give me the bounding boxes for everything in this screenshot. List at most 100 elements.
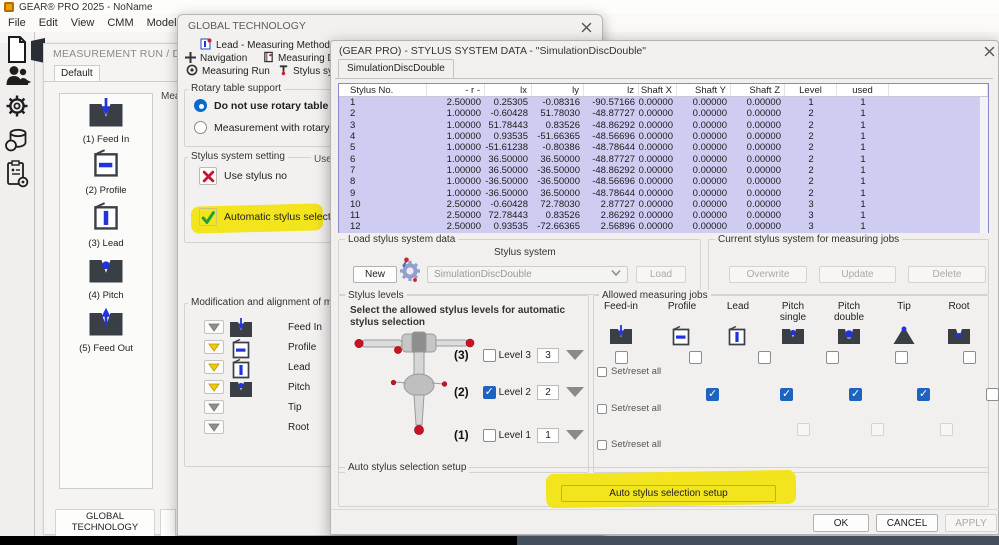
level-checkbox[interactable] <box>483 349 496 362</box>
close-icon[interactable] <box>981 43 997 59</box>
stylus-system-dropdown[interactable]: SimulationDiscDouble <box>427 266 628 283</box>
job-checkbox[interactable] <box>615 351 628 364</box>
job-column-label: Tip <box>876 301 932 312</box>
table-row[interactable]: 41.000000.93535-51.66365-48.566960.00000… <box>339 131 988 142</box>
menu-item-edit[interactable]: Edit <box>39 17 58 29</box>
set-reset-all[interactable]: Set/reset all <box>597 366 661 377</box>
table-row[interactable]: 91.00000-36.5000036.50000-48.786440.0000… <box>339 187 988 198</box>
table-cell: -0.60428 <box>485 199 532 210</box>
menu-item-cmm[interactable]: CMM <box>107 17 133 29</box>
new-file-icon[interactable] <box>6 36 28 69</box>
database-icon[interactable] <box>4 128 30 157</box>
level-dropdown-arrow[interactable] <box>566 350 584 360</box>
table-row[interactable]: 21.00000-0.6042851.78030-48.877270.00000… <box>339 108 988 119</box>
set-reset-checkbox[interactable] <box>597 440 607 450</box>
table-cell: 0.00000 <box>639 176 677 187</box>
level-value-input[interactable]: 2 <box>537 385 559 400</box>
gt-tab-measuring-run[interactable]: Measuring Run <box>186 65 270 78</box>
menu-item-model[interactable]: Model <box>147 17 177 29</box>
level-dropdown-arrow[interactable] <box>566 430 584 440</box>
job-checkbox[interactable] <box>780 388 793 401</box>
expand-arrow-button[interactable] <box>204 360 224 374</box>
measuring-step[interactable]: (2) Profile <box>60 148 152 196</box>
menu-item-file[interactable]: File <box>8 17 26 29</box>
expand-arrow-button[interactable] <box>204 340 224 354</box>
job-checkbox[interactable] <box>940 423 953 436</box>
red-x-icon[interactable] <box>199 167 217 185</box>
load-button[interactable]: Load <box>636 266 686 283</box>
job-checkbox[interactable] <box>758 351 771 364</box>
level-value-input[interactable]: 1 <box>537 428 559 443</box>
table-cell: -0.60428 <box>485 108 532 119</box>
table-row[interactable]: 112.5000072.784430.835262.862920.000000.… <box>339 210 988 221</box>
lead-icon <box>89 219 123 236</box>
table-cell-filler <box>889 210 988 221</box>
automatic-stylus-selection-row[interactable]: Automatic stylus selection <box>199 208 345 226</box>
tab-default[interactable]: Default <box>54 65 100 81</box>
job-checkbox[interactable] <box>706 388 719 401</box>
job-checkbox[interactable] <box>689 351 702 364</box>
column-header: used <box>837 84 889 96</box>
apply-button[interactable]: APPLY <box>945 514 997 532</box>
job-checkbox[interactable] <box>849 388 862 401</box>
table-cell: 7 <box>339 165 427 176</box>
measuring-step[interactable]: (3) Lead <box>60 201 152 249</box>
delete-button[interactable]: Delete <box>908 266 986 283</box>
job-checkbox[interactable] <box>871 423 884 436</box>
radio-button[interactable] <box>194 99 207 112</box>
green-check-icon[interactable] <box>199 208 217 226</box>
profile-icon <box>669 325 693 352</box>
set-reset-checkbox[interactable] <box>597 404 607 414</box>
report-settings-icon[interactable] <box>5 160 29 193</box>
measuring-step[interactable]: (4) Pitch <box>60 254 152 301</box>
table-cell: 2 <box>785 131 837 142</box>
ok-button[interactable]: OK <box>813 514 869 532</box>
table-cell: 2 <box>785 120 837 131</box>
measuring-step[interactable]: (5) Feed Out <box>60 307 152 354</box>
table-row[interactable]: 102.50000-0.6042872.780302.877270.000000… <box>339 199 988 210</box>
table-row[interactable]: 51.00000-51.61238-0.80386-48.786440.0000… <box>339 142 988 153</box>
table-row[interactable]: 12.500000.25305-0.08316-90.571660.000000… <box>339 97 988 108</box>
job-checkbox[interactable] <box>826 351 839 364</box>
expand-arrow-button[interactable] <box>204 380 224 394</box>
stylus-data-table: Stylus No.- r -lxlylzShaft XShaft YShaft… <box>338 83 989 233</box>
cancel-button[interactable]: CANCEL <box>876 514 938 532</box>
level-checkbox[interactable] <box>483 429 496 442</box>
update-button[interactable]: Update <box>819 266 896 283</box>
job-checkbox[interactable] <box>797 423 810 436</box>
tab-simulationdiscdouble[interactable]: SimulationDiscDouble <box>338 59 454 78</box>
auto-stylus-selection-setup-button[interactable]: Auto stylus selection setup <box>561 485 776 502</box>
level-dropdown-arrow[interactable] <box>566 387 584 397</box>
radio-button[interactable] <box>194 121 207 134</box>
set-reset-checkbox[interactable] <box>597 367 607 377</box>
job-checkbox[interactable] <box>917 388 930 401</box>
table-row[interactable]: 71.0000036.50000-36.50000-48.862920.0000… <box>339 165 988 176</box>
expand-arrow-button[interactable] <box>204 420 224 434</box>
table-row[interactable]: 81.00000-36.50000-36.50000-48.566960.000… <box>339 176 988 187</box>
level-checkbox[interactable] <box>483 386 496 399</box>
job-checkbox[interactable] <box>895 351 908 364</box>
gear-icon[interactable] <box>5 94 29 123</box>
rotary-option[interactable]: Do not use rotary table <box>194 99 328 112</box>
set-reset-all[interactable]: Set/reset all <box>597 403 661 414</box>
table-row[interactable]: 31.0000051.784430.83526-48.862920.000000… <box>339 120 988 131</box>
expand-arrow-button[interactable] <box>204 400 224 414</box>
table-row[interactable]: 61.0000036.5000036.50000-48.877270.00000… <box>339 153 988 164</box>
table-row[interactable]: 122.500000.93535-72.663652.568960.000000… <box>339 221 988 232</box>
global-technology-button[interactable]: GLOBAL TECHNOLO­GY <box>55 509 155 537</box>
close-icon[interactable] <box>578 19 594 35</box>
job-checkbox[interactable] <box>963 351 976 364</box>
table-scrollbar[interactable] <box>979 97 988 233</box>
partial-button[interactable] <box>160 509 176 537</box>
new-button[interactable]: New <box>353 266 397 283</box>
expand-arrow-button[interactable] <box>204 320 224 334</box>
overwrite-button[interactable]: Overwrite <box>729 266 807 283</box>
table-cell: 0.00000 <box>677 210 731 221</box>
level-value-input[interactable]: 3 <box>537 348 559 363</box>
set-reset-all[interactable]: Set/reset all <box>597 439 661 450</box>
measuring-step[interactable]: (1) Feed In <box>60 98 152 145</box>
menu-item-view[interactable]: View <box>71 17 95 29</box>
table-cell: 3 <box>339 120 427 131</box>
use-stylus-no-row[interactable]: Use stylus no <box>199 167 287 185</box>
job-checkbox[interactable] <box>986 388 999 401</box>
